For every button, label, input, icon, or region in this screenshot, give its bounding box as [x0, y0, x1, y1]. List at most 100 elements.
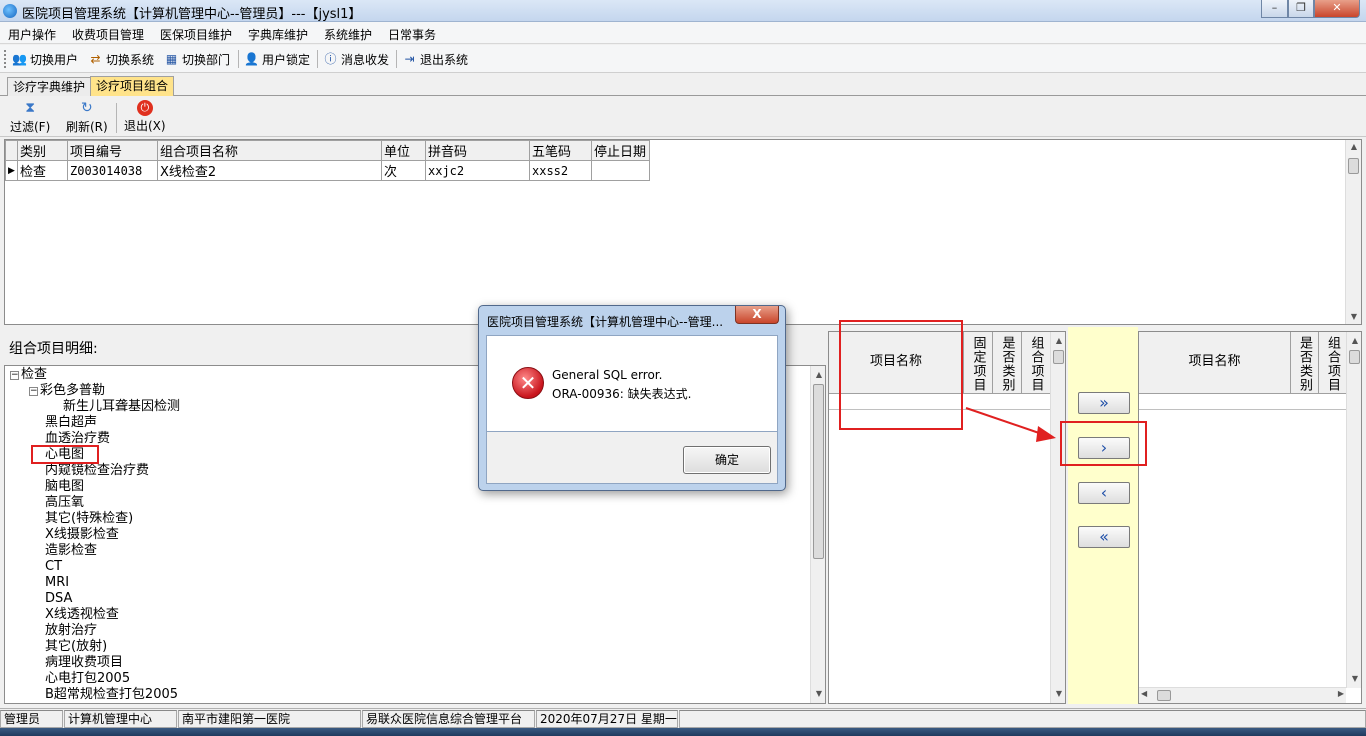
tree-node[interactable]: 新生儿耳聋基因检测: [63, 399, 180, 415]
refresh-button[interactable]: ↻ 刷新(R): [66, 100, 108, 135]
col-fixed-item[interactable]: 固定项目: [964, 332, 993, 394]
tab-item-combination[interactable]: 诊疗项目组合: [90, 76, 175, 96]
menu-system[interactable]: 系统维护: [324, 26, 372, 43]
scroll-down-arrow[interactable]: ▼: [811, 687, 825, 701]
remove-all-button[interactable]: «: [1078, 526, 1130, 548]
scroll-thumb[interactable]: [1157, 690, 1171, 701]
scroll-left-arrow[interactable]: ◀: [1141, 689, 1147, 698]
table-header: 类别 项目编号 组合项目名称 单位 拼音码 五笔码 停止日期: [5, 140, 650, 161]
tree-node[interactable]: 心电打包2005: [45, 671, 130, 687]
col-category[interactable]: 类别: [17, 140, 68, 161]
tab-dictionary-maintenance[interactable]: 诊疗字典维护: [7, 77, 92, 96]
minimize-button[interactable]: –: [1261, 0, 1288, 18]
tree-node[interactable]: 高压氧: [45, 495, 84, 511]
scroll-right-arrow[interactable]: ▶: [1338, 689, 1344, 698]
tree-node[interactable]: X线摄影检查: [45, 527, 119, 543]
col-combo-name[interactable]: 组合项目名称: [157, 140, 382, 161]
tree-node[interactable]: 放射治疗: [45, 623, 97, 639]
tree-node[interactable]: DSA: [45, 591, 72, 607]
table-row[interactable]: ▶ 检查 Z003014038 X线检查2 次 xxjc2 xxss2: [5, 160, 650, 181]
error-line-2: ORA-00936: 缺失表达式.: [552, 387, 692, 401]
cell-unit[interactable]: 次: [381, 160, 426, 181]
menu-daily[interactable]: 日常事务: [388, 26, 436, 43]
grid-vscroll[interactable]: ▲ ▼: [1345, 140, 1361, 324]
menu-insurance-items[interactable]: 医保项目维护: [160, 26, 232, 43]
tree-root[interactable]: − 检查: [10, 367, 47, 383]
exit-system-button[interactable]: ⇥ 退出系统: [402, 50, 468, 68]
exit-button[interactable]: ⏻ 退出(X): [124, 100, 166, 134]
scroll-up-arrow[interactable]: ▲: [1051, 334, 1067, 348]
message-button[interactable]: ⓘ 消息收发: [323, 50, 389, 68]
tree-node[interactable]: X线透视检查: [45, 607, 119, 623]
menu-user-ops[interactable]: 用户操作: [8, 26, 56, 43]
collapse-icon[interactable]: −: [10, 371, 19, 380]
scroll-down-arrow[interactable]: ▼: [1347, 672, 1363, 686]
tree-node[interactable]: 脑电图: [45, 479, 84, 495]
tree-node[interactable]: CT: [45, 559, 62, 575]
combination-grid[interactable]: 类别 项目编号 组合项目名称 单位 拼音码 五笔码 停止日期 ▶ 检查 Z003…: [4, 139, 1362, 325]
error-icon: ✕: [512, 367, 544, 399]
cell-wubi[interactable]: xxss2: [529, 160, 592, 181]
mid-grid-vscroll[interactable]: ▲ ▼: [1050, 332, 1065, 703]
remove-one-button[interactable]: ‹: [1078, 482, 1130, 504]
switch-user-button[interactable]: 👥 切换用户: [12, 50, 78, 68]
collapse-icon[interactable]: −: [29, 387, 38, 396]
col-pinyin[interactable]: 拼音码: [425, 140, 530, 161]
menu-bar: 用户操作 收费项目管理 医保项目维护 字典库维护 系统维护 日常事务: [0, 22, 1366, 44]
col-unit[interactable]: 单位: [381, 140, 426, 161]
scroll-down-arrow[interactable]: ▼: [1051, 687, 1067, 701]
right-grid-vscroll[interactable]: ▲ ▼: [1346, 332, 1361, 688]
maximize-button[interactable]: ❐: [1288, 0, 1314, 18]
col-wubi[interactable]: 五笔码: [529, 140, 592, 161]
col-combo-item[interactable]: 组合项目: [1319, 332, 1347, 394]
cell-pinyin[interactable]: xxjc2: [425, 160, 530, 181]
cell-category[interactable]: 检查: [17, 160, 68, 181]
tree-node[interactable]: 其它(放射): [45, 639, 107, 655]
add-all-button[interactable]: »: [1078, 392, 1130, 414]
ok-button[interactable]: 确定: [683, 446, 771, 474]
tree-node[interactable]: 内窥镜检查治疗费: [45, 463, 149, 479]
menu-charge-items[interactable]: 收费项目管理: [72, 26, 144, 43]
move-panel: » › ‹ «: [1068, 327, 1138, 704]
available-items-grid[interactable]: 项目名称 是否类别 组合项目 ▲ ▼ ◀ ▶: [1138, 331, 1362, 704]
col-item-name[interactable]: 项目名称: [1139, 332, 1291, 394]
tree-node[interactable]: 其它(特殊检查): [45, 511, 133, 527]
col-is-category[interactable]: 是否类别: [1291, 332, 1319, 394]
tree-node[interactable]: − 彩色多普勒: [29, 383, 105, 399]
status-bar: 管理员 计算机管理中心 南平市建阳第一医院 易联众医院信息综合管理平台 2020…: [0, 708, 1366, 728]
scroll-up-arrow[interactable]: ▲: [1347, 334, 1363, 348]
col-combo-item[interactable]: 组合项目: [1022, 332, 1051, 394]
tree-node[interactable]: 病理收费项目: [45, 655, 123, 671]
tree-node[interactable]: MRI: [45, 575, 69, 591]
status-date: 2020年07月27日 星期一: [536, 710, 678, 728]
col-stop-date[interactable]: 停止日期: [591, 140, 650, 161]
switch-department-button[interactable]: ▦ 切换部门: [164, 50, 230, 68]
scroll-up-arrow[interactable]: ▲: [1346, 140, 1362, 154]
lock-user-button[interactable]: 👤 用户锁定: [244, 50, 310, 68]
power-icon: ⏻: [136, 100, 153, 116]
tree-node[interactable]: 黑白超声: [45, 415, 97, 431]
scroll-thumb[interactable]: [1053, 350, 1064, 364]
tree-node[interactable]: B超常规检查打包2005: [45, 687, 178, 703]
filter-button[interactable]: ⧗ 过滤(F): [10, 100, 50, 135]
scroll-thumb[interactable]: [813, 384, 824, 559]
switch-system-button[interactable]: ⇄ 切换系统: [88, 50, 154, 68]
main-toolbar: 👥 切换用户 ⇄ 切换系统 ▦ 切换部门 👤 用户锁定 ⓘ 消息收发 ⇥ 退出系统: [0, 45, 1366, 73]
menu-dictionary[interactable]: 字典库维护: [248, 26, 308, 43]
cell-combo-name[interactable]: X线检查2: [157, 160, 382, 181]
tree-node[interactable]: 造影检查: [45, 543, 97, 559]
tree-vscroll[interactable]: ▲ ▼: [810, 366, 825, 703]
dialog-close-button[interactable]: X: [735, 306, 779, 324]
filter-icon: ⧗: [25, 100, 36, 116]
scroll-thumb[interactable]: [1348, 158, 1359, 174]
scroll-down-arrow[interactable]: ▼: [1346, 310, 1362, 324]
scroll-thumb[interactable]: [1349, 350, 1360, 364]
cell-stop-date[interactable]: [591, 160, 650, 181]
col-is-category[interactable]: 是否类别: [993, 332, 1022, 394]
error-dialog: 医院项目管理系统【计算机管理中心--管理... X ✕ General SQL …: [478, 305, 786, 491]
close-button[interactable]: ✕: [1314, 0, 1360, 18]
col-item-code[interactable]: 项目编号: [67, 140, 158, 161]
cell-item-code[interactable]: Z003014038: [67, 160, 158, 181]
scroll-up-arrow[interactable]: ▲: [811, 368, 825, 382]
right-grid-hscroll[interactable]: ◀ ▶: [1139, 687, 1346, 703]
